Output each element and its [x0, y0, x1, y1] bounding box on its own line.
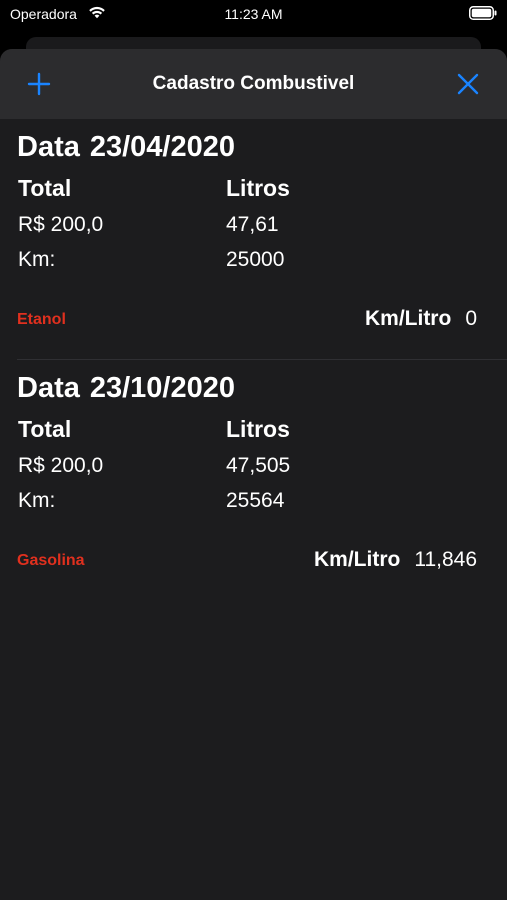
battery-icon	[469, 6, 497, 20]
km-per-litro-value: 0	[465, 307, 477, 330]
km-per-litro-label: Km/Litro	[364, 307, 452, 330]
date-label: Data	[17, 372, 80, 404]
litros-label: Litros	[226, 416, 290, 442]
fuel-entry-cell[interactable]: Data 23/10/2020 Total Litros R$ 200,0 47,…	[0, 360, 507, 601]
entry-date: 23/04/2020	[89, 131, 236, 163]
status-bar: Operadora 11:23 AM	[0, 0, 507, 30]
entry-date-row: Data 23/10/2020	[17, 372, 235, 405]
total-label: Total	[18, 416, 72, 442]
litros-value: 47,505	[226, 454, 291, 477]
km-per-litro-value: 11,846	[414, 548, 477, 571]
nav-title: Cadastro Combustivel	[152, 73, 355, 94]
date-label: Data	[17, 131, 80, 163]
fuel-entry-list: Data 23/04/2020 Total Litros R$ 200,0 47,…	[0, 119, 507, 601]
close-icon[interactable]	[451, 69, 485, 99]
fuel-entry-cell[interactable]: Data 23/04/2020 Total Litros R$ 200,0 47,…	[0, 119, 507, 360]
km-value: 25000	[226, 248, 285, 271]
status-time: 11:23 AM	[224, 6, 283, 22]
fuel-type-label: Etanol	[17, 311, 66, 328]
km-per-litro-label: Km/Litro	[314, 548, 401, 571]
litros-value: 47,61	[226, 213, 279, 236]
entry-date-row: Data 23/04/2020	[17, 131, 235, 164]
entry-date: 23/10/2020	[89, 372, 236, 404]
km-label: Km:	[18, 248, 56, 271]
modal-sheet: Cadastro Combustivel Data 23/04/2020 Tota…	[0, 49, 507, 900]
km-per-litro: Km/Litro 11,846	[314, 548, 477, 572]
km-per-litro: Km/Litro 0	[365, 307, 477, 331]
navigation-bar: Cadastro Combustivel	[0, 49, 507, 119]
fuel-type-label: Gasolina	[17, 552, 85, 569]
total-value: R$ 200,0	[18, 213, 104, 236]
km-value: 25564	[226, 489, 285, 512]
total-value: R$ 200,0	[18, 454, 104, 477]
litros-label: Litros	[226, 175, 290, 201]
total-label: Total	[18, 175, 72, 201]
km-label: Km:	[18, 489, 56, 512]
